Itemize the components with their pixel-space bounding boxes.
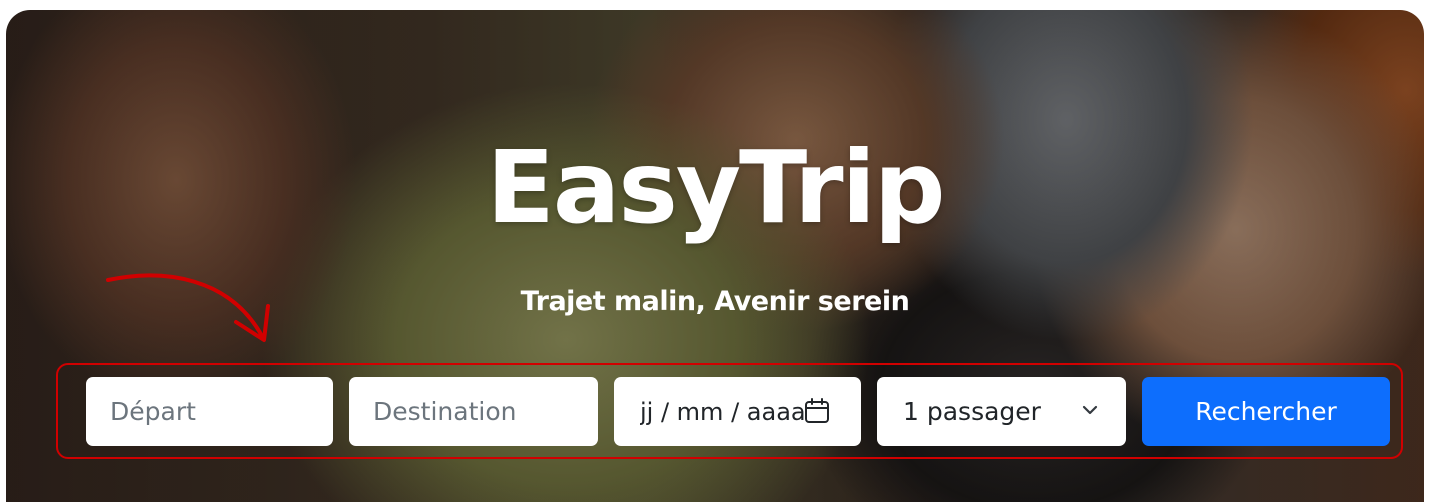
chevron-down-icon [1082, 405, 1098, 415]
hero-subtitle: Trajet malin, Avenir serein [520, 286, 910, 317]
search-button[interactable]: Rechercher [1142, 377, 1390, 446]
destination-input[interactable] [373, 397, 598, 426]
passengers-value: 1 passager [903, 397, 1041, 426]
departure-field[interactable] [86, 377, 333, 446]
calendar-icon[interactable] [804, 398, 830, 424]
passengers-select[interactable]: 1 passager [877, 377, 1126, 446]
hero-title: EasyTrip [486, 129, 946, 246]
date-input[interactable]: jj / mm / aaaa [640, 398, 804, 426]
destination-field[interactable] [349, 377, 598, 446]
departure-input[interactable] [110, 397, 333, 426]
date-field[interactable]: jj / mm / aaaa [614, 377, 861, 446]
